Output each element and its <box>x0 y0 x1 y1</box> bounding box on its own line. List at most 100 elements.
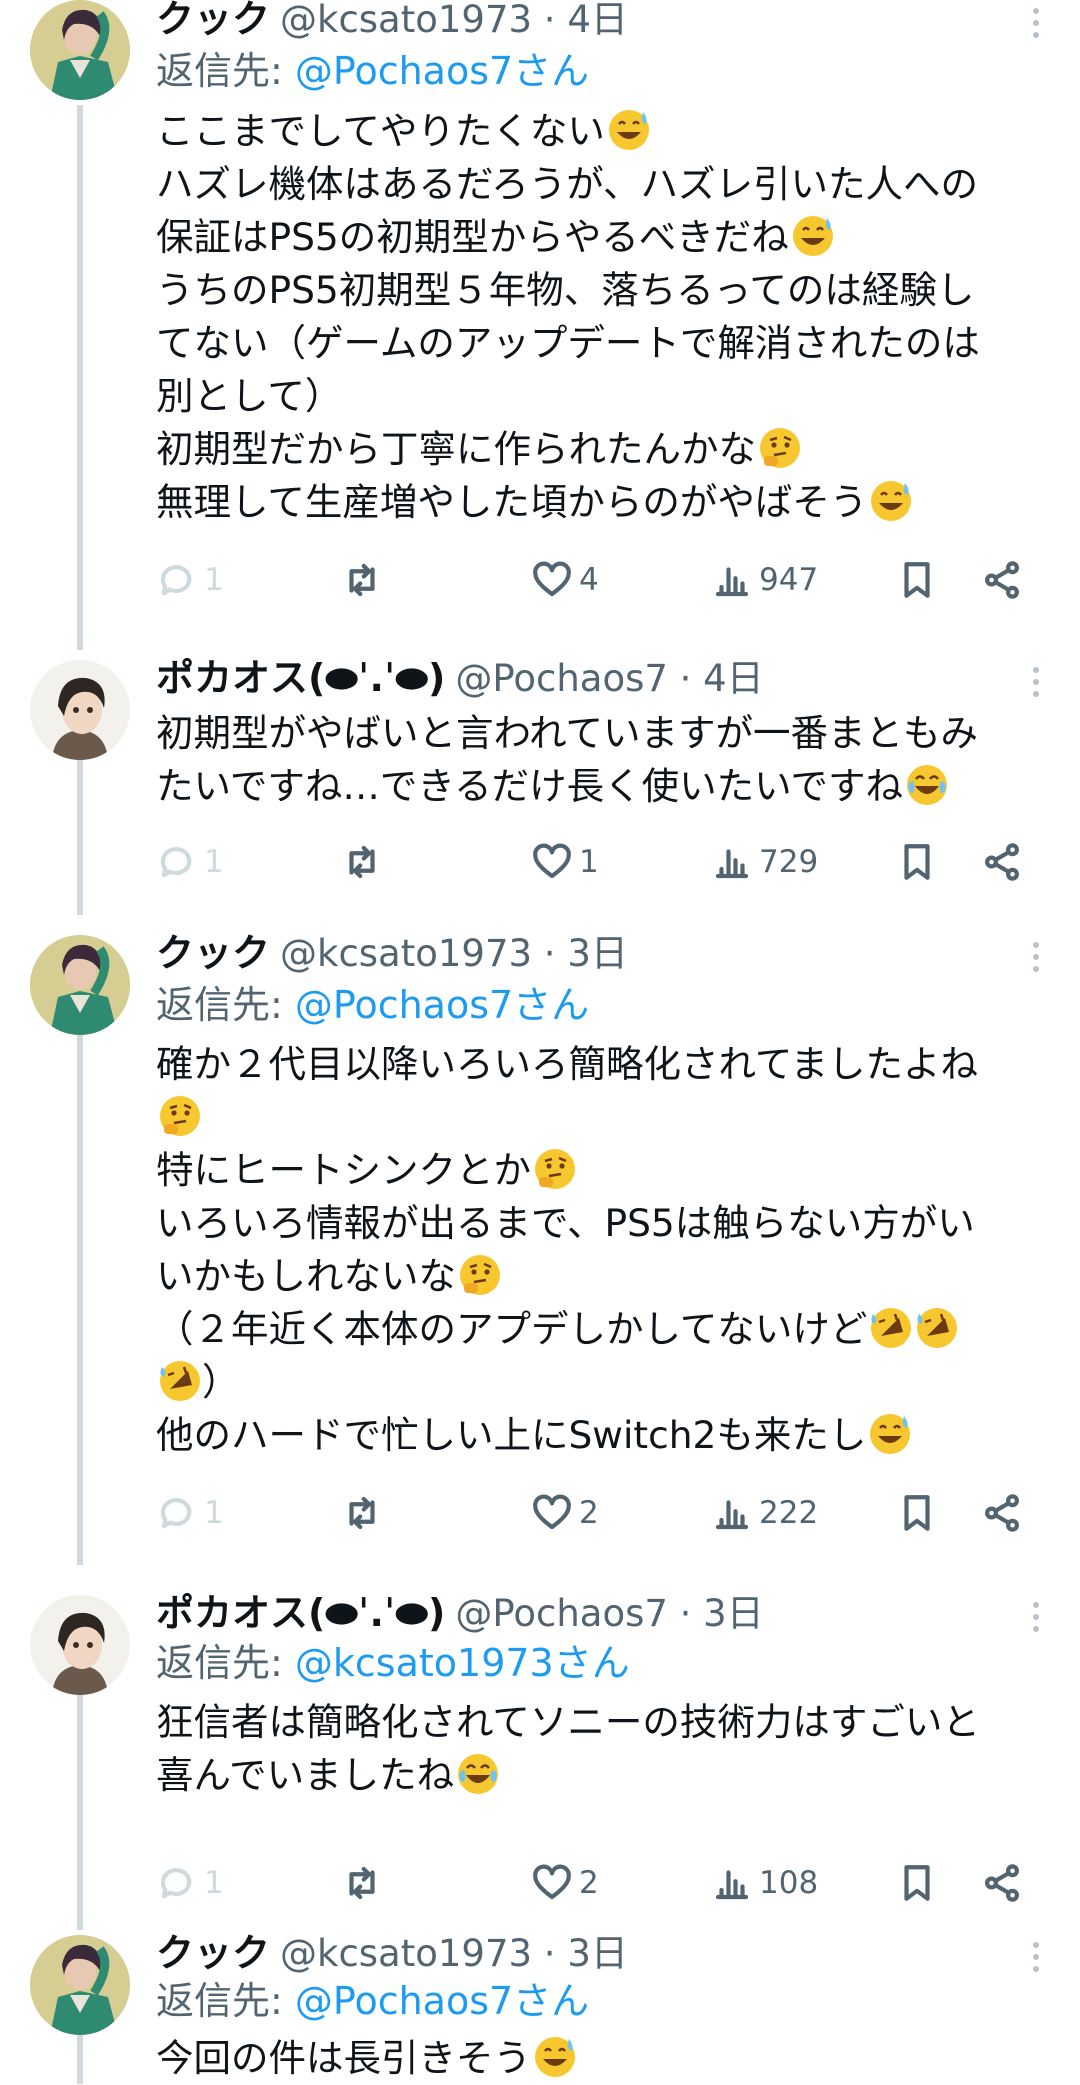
display-name[interactable]: クック <box>156 1931 270 1975</box>
reply-icon <box>156 1492 198 1534</box>
bookmark-icon <box>896 841 938 883</box>
tweet-text: 狂信者は簡略化されてソニーの技術力はすごいと 喜んでいましたね <box>156 1696 1046 1802</box>
tweet-header: クック @kcsato1973 · 3日 <box>156 928 628 978</box>
views-button[interactable]: 947 <box>711 555 818 605</box>
like-button[interactable]: 2 <box>531 1488 599 1538</box>
action-bar: 1 2 108 <box>156 1858 1036 1908</box>
tweet-line: たいですね…できるだけ長く使いたいですね <box>156 760 1046 813</box>
grinning-sweat-emoji <box>868 1412 912 1456</box>
more-options-icon[interactable] <box>1032 1602 1040 1638</box>
tweet-line: ） <box>156 1356 1046 1409</box>
tears-of-joy-emoji <box>905 763 949 807</box>
bookmark-icon <box>896 559 938 601</box>
like-count: 2 <box>579 1495 599 1531</box>
tweet-line: 初期型がやばいと言われていますが一番まともみ <box>156 711 978 755</box>
tweet[interactable]: クック @kcsato1973 · 3日 返信先: @Pochaos7さん 今回の… <box>0 1930 1080 2084</box>
thinking-face-emoji <box>533 1147 577 1191</box>
share-icon <box>981 1492 1023 1534</box>
like-count: 1 <box>579 844 599 880</box>
view-count: 729 <box>759 844 819 880</box>
handle-and-time[interactable]: @Pochaos7 · 3日 <box>455 1592 763 1635</box>
bookmark-button[interactable] <box>896 837 938 887</box>
avatar[interactable] <box>30 1935 130 2035</box>
views-button[interactable]: 108 <box>711 1858 818 1908</box>
grinning-sweat-emoji <box>607 108 651 152</box>
share-button[interactable] <box>981 1858 1023 1908</box>
like-button[interactable]: 2 <box>531 1858 599 1908</box>
bookmark-icon <box>896 1862 938 1904</box>
share-button[interactable] <box>981 1488 1023 1538</box>
reply-button[interactable]: 1 <box>156 555 224 605</box>
display-name[interactable]: クック <box>156 0 270 41</box>
reply-mention-link[interactable]: @Pochaos7さん <box>295 983 589 1027</box>
thinking-face-emoji <box>158 1094 202 1138</box>
grinning-sweat-emoji <box>533 2035 577 2079</box>
bookmark-button[interactable] <box>896 1858 938 1908</box>
retweet-button[interactable] <box>341 555 383 605</box>
reply-count: 1 <box>204 562 224 598</box>
reply-mention-link[interactable]: @Pochaos7さん <box>295 49 589 93</box>
share-button[interactable] <box>981 555 1023 605</box>
display-name[interactable]: ポカオス(⬬ˈ.ˈ⬬) <box>156 656 445 700</box>
handle-and-time[interactable]: @kcsato1973 · 3日 <box>280 932 628 975</box>
avatar[interactable] <box>30 0 130 100</box>
reply-prefix: 返信先: <box>156 49 295 93</box>
more-options-icon[interactable] <box>1032 1942 1040 1978</box>
views-icon <box>711 841 753 883</box>
thinking-face-emoji <box>458 1253 502 1297</box>
avatar[interactable] <box>30 1595 130 1695</box>
reply-mention-link[interactable]: @kcsato1973さん <box>295 1641 630 1685</box>
tweet-header: ポカオス(⬬ˈ.ˈ⬬) @Pochaos7 · 3日 <box>156 1588 764 1638</box>
views-button[interactable]: 729 <box>711 837 818 887</box>
reply-button[interactable]: 1 <box>156 837 224 887</box>
retweet-button[interactable] <box>341 1488 383 1538</box>
bookmark-button[interactable] <box>896 1488 938 1538</box>
retweet-button[interactable] <box>341 1858 383 1908</box>
reply-prefix: 返信先: <box>156 983 295 1027</box>
reply-to-line: 返信先: @kcsato1973さん <box>156 1638 630 1688</box>
bookmark-button[interactable] <box>896 555 938 605</box>
tweet-text: 確か２代目以降いろいろ簡略化されてましたよね 特にヒートシンクとか いろいろ情報… <box>156 1038 1046 1462</box>
more-options-icon[interactable] <box>1032 942 1040 978</box>
reply-button[interactable]: 1 <box>156 1858 224 1908</box>
display-name[interactable]: クック <box>156 931 270 975</box>
avatar[interactable] <box>30 935 130 1035</box>
tweet-line: 他のハードで忙しい上にSwitch2も来たし <box>156 1409 1046 1462</box>
retweet-button[interactable] <box>341 837 383 887</box>
tweet-text: 初期型がやばいと言われていますが一番まともみ たいですね…できるだけ長く使いたい… <box>156 707 1046 813</box>
avatar[interactable] <box>30 660 130 760</box>
reply-to-line: 返信先: @Pochaos7さん <box>156 980 589 1030</box>
tweet-line: いかもしれないな <box>156 1250 1046 1303</box>
like-count: 4 <box>579 562 599 598</box>
reply-to-line: 返信先: @Pochaos7さん <box>156 46 589 96</box>
share-button[interactable] <box>981 837 1023 887</box>
like-button[interactable]: 1 <box>531 837 599 887</box>
reply-mention-link[interactable]: @Pochaos7さん <box>295 1979 589 2023</box>
tweet[interactable]: ポカオス(⬬ˈ.ˈ⬬) @Pochaos7 · 3日 返信先: @kcsato19… <box>0 1590 1080 1935</box>
tweet-line: 特にヒートシンクとか <box>156 1144 1046 1197</box>
rolling-laughing-emoji <box>915 1306 959 1350</box>
tweet-line: てない（ゲームのアップデートで解消されたのは <box>156 321 980 365</box>
more-options-icon[interactable] <box>1032 8 1040 44</box>
reply-count: 1 <box>204 1495 224 1531</box>
handle-and-time[interactable]: @kcsato1973 · 4日 <box>280 0 628 41</box>
handle-and-time[interactable]: @Pochaos7 · 4日 <box>455 657 763 700</box>
reply-button[interactable]: 1 <box>156 1488 224 1538</box>
tweet[interactable]: クック @kcsato1973 · 4日 返信先: @Pochaos7さん ここま… <box>0 0 1080 640</box>
views-button[interactable]: 222 <box>711 1488 818 1538</box>
more-options-icon[interactable] <box>1032 667 1040 703</box>
tweet[interactable]: ポカオス(⬬ˈ.ˈ⬬) @Pochaos7 · 4日 初期型がやばいと言われていま… <box>0 655 1080 915</box>
reply-count: 1 <box>204 1865 224 1901</box>
reply-to-line: 返信先: @Pochaos7さん <box>156 1976 589 2026</box>
handle-and-time[interactable]: @kcsato1973 · 3日 <box>280 1932 628 1975</box>
reply-icon <box>156 841 198 883</box>
retweet-icon <box>341 841 383 883</box>
tweet[interactable]: クック @kcsato1973 · 3日 返信先: @Pochaos7さん 確か２… <box>0 930 1080 1570</box>
rolling-laughing-emoji <box>869 1306 913 1350</box>
tweet-header: ポカオス(⬬ˈ.ˈ⬬) @Pochaos7 · 4日 <box>156 653 764 703</box>
retweet-icon <box>341 1492 383 1534</box>
view-count: 108 <box>759 1865 819 1901</box>
display-name[interactable]: ポカオス(⬬ˈ.ˈ⬬) <box>156 1591 445 1635</box>
heart-icon <box>531 841 573 883</box>
like-button[interactable]: 4 <box>531 555 599 605</box>
